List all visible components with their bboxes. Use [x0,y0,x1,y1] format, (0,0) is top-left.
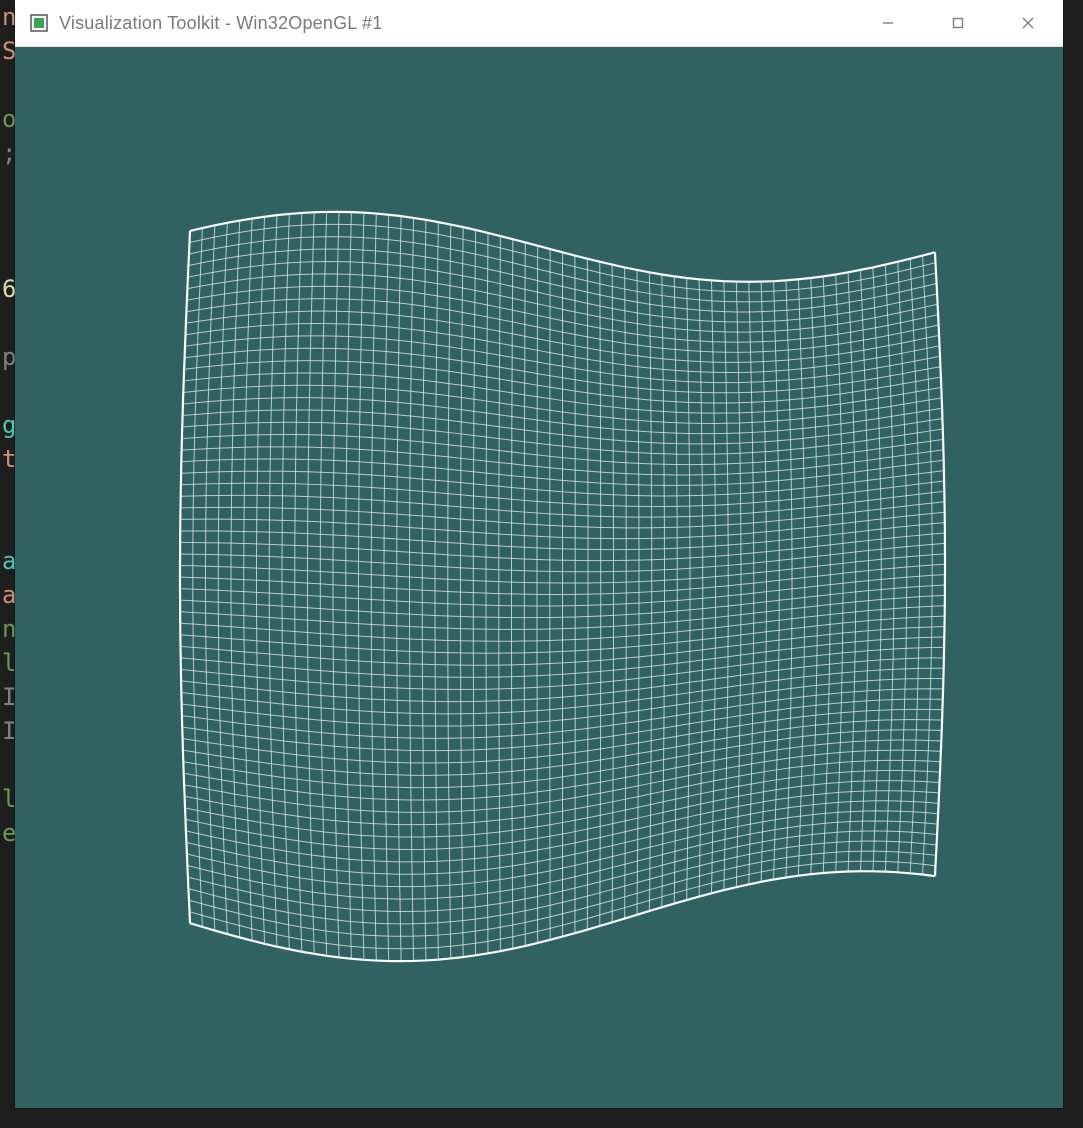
window-controls [853,0,1063,46]
maximize-button[interactable] [923,0,993,46]
app-icon [29,13,49,33]
titlebar[interactable]: Visualization Toolkit - Win32OpenGL #1 [15,0,1063,47]
vtk-window: Visualization Toolkit - Win32OpenGL #1 [15,0,1063,1108]
close-button[interactable] [993,0,1063,46]
window-title: Visualization Toolkit - Win32OpenGL #1 [59,13,382,34]
editor-gutter-sliver: nSo;6pgtaanlIIle [0,0,15,1128]
wireframe-mesh [15,47,1063,1108]
opengl-viewport[interactable] [15,47,1063,1108]
minimize-button[interactable] [853,0,923,46]
